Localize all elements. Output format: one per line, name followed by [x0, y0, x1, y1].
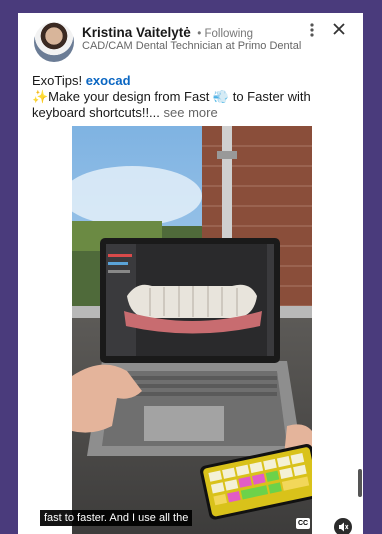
following-status: • Following	[197, 28, 254, 40]
post-card: Kristina Vaitelytė • Following CAD/CAM D…	[18, 13, 363, 534]
see-more-link[interactable]: see more	[160, 105, 218, 120]
scrollbar-thumb[interactable]	[358, 469, 362, 497]
mute-icon	[339, 522, 349, 532]
close-button[interactable]	[330, 21, 348, 41]
mute-button[interactable]	[334, 518, 352, 534]
post-text: ExoTips! exocad ✨Make your design from F…	[32, 73, 354, 121]
author-headline: CAD/CAM Dental Technician at Primo Denta…	[82, 40, 302, 52]
post-intro: ExoTips!	[32, 73, 86, 88]
video-frame	[72, 126, 312, 534]
close-icon	[333, 23, 345, 35]
author-name[interactable]: Kristina Vaitelytė	[82, 25, 191, 40]
video-caption: fast to faster. And I use all the	[40, 510, 193, 526]
more-options-button[interactable]	[305, 21, 319, 41]
author-avatar[interactable]	[34, 22, 74, 62]
captions-icon: CC	[297, 520, 309, 527]
video-player[interactable]	[72, 126, 312, 534]
more-vertical-icon	[310, 23, 314, 37]
captions-button[interactable]: CC	[296, 518, 310, 529]
hashtag-link[interactable]: exocad	[86, 73, 131, 88]
